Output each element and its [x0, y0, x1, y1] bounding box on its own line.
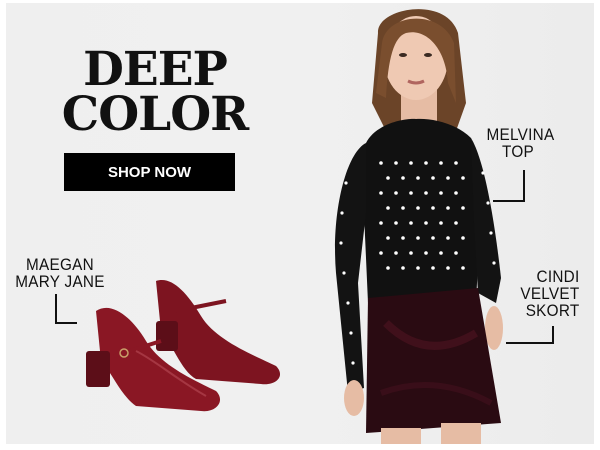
headline: DEEP COLOR: [50, 42, 260, 142]
callout-top-line-2: TOP: [501, 142, 534, 161]
callout-skort-line-2: VELVET: [520, 284, 580, 303]
headline-line-2: COLOR: [61, 87, 249, 142]
callout-skort-line-3: SKORT: [525, 301, 580, 320]
callout-top-line-1: MELVINA: [486, 125, 555, 144]
callout-skort-line-1: CINDI: [536, 267, 580, 286]
callout-shoe-bracket: [55, 294, 77, 324]
callout-shoe-line-2: MARY JANE: [15, 272, 105, 291]
promo-banner[interactable]: DEEP COLOR SHOP NOW MELVINA TOP CINDI VE…: [6, 3, 594, 444]
callout-top[interactable]: MELVINA TOP: [486, 125, 555, 161]
shoes-image: [86, 280, 281, 412]
shop-now-button[interactable]: SHOP NOW: [64, 153, 235, 191]
model-image: [335, 9, 503, 444]
callout-skort[interactable]: CINDI VELVET SKORT: [517, 268, 580, 319]
headline-line-1: DEEP: [83, 42, 228, 97]
callout-shoe[interactable]: MAEGAN MARY JANE: [15, 256, 105, 290]
callout-shoe-line-1: MAEGAN: [26, 255, 94, 274]
callout-top-bracket: [493, 170, 525, 202]
callout-skort-bracket: [506, 326, 554, 344]
